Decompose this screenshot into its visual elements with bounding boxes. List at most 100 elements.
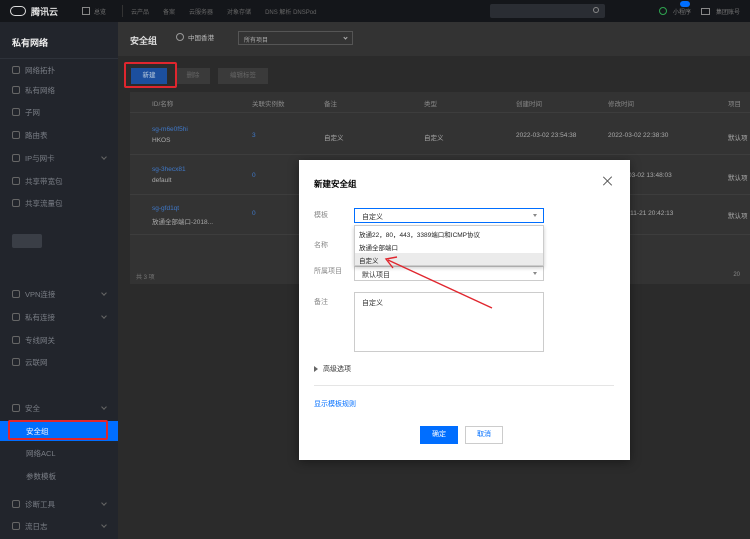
mini-program-link[interactable]: 小程序: [673, 7, 691, 16]
mini-program-icon: [658, 7, 667, 15]
project-filter-select[interactable]: 所有项目: [238, 31, 353, 45]
row-count[interactable]: 0: [252, 172, 256, 179]
sidebar-item-dc-gateway[interactable]: 专线网关: [0, 330, 118, 350]
row-count[interactable]: 3: [252, 132, 256, 139]
row-id-link[interactable]: sg-m6e0f5hi: [152, 126, 188, 133]
row-count[interactable]: 0: [252, 210, 256, 217]
vpc-icon: [12, 86, 20, 94]
name-label: 名称: [314, 242, 328, 249]
advanced-options-toggle[interactable]: 高级选项: [314, 364, 351, 374]
topology-icon: [12, 66, 20, 74]
new-button-highlight: [124, 62, 177, 88]
top-nav-dns[interactable]: DNS 解析 DNSPod: [265, 7, 316, 16]
sidebar-item-topology[interactable]: 网络拓扑: [0, 60, 118, 80]
row-modified: 2022-03-02 22:38:30: [608, 132, 669, 139]
top-right-tools: 小程序 集团账号: [651, 0, 740, 22]
sidebar-item-security[interactable]: 安全: [0, 398, 118, 418]
template-option-selected[interactable]: 自定义: [355, 253, 543, 265]
sidebar-item-label: 网络拓扑: [25, 65, 55, 75]
caret-right-icon: [314, 366, 318, 372]
sidebar-item-label: 安全: [25, 403, 40, 413]
sidebar-item-label: 流日志: [25, 521, 48, 531]
template-option[interactable]: 放通全部端口: [355, 240, 543, 252]
row-project: 默认项: [728, 135, 748, 142]
top-nav-cos[interactable]: 对象存储: [227, 7, 251, 16]
top-search-input[interactable]: [490, 4, 605, 18]
top-nav-products[interactable]: 云产品: [131, 7, 149, 16]
cancel-button[interactable]: 取消: [465, 426, 503, 444]
column-header: 修改时间: [608, 101, 634, 108]
home-icon: [82, 7, 90, 15]
confirm-button[interactable]: 确定: [420, 426, 458, 444]
edit-tags-button[interactable]: 编辑标签: [218, 68, 268, 84]
vpn-icon: [12, 290, 20, 298]
link-icon: [12, 313, 20, 321]
sidebar-item-ccn[interactable]: 云联网: [0, 352, 118, 372]
note-value: 自定义: [362, 300, 383, 307]
sidebar-item-ip-nic[interactable]: IP与网卡: [0, 148, 118, 168]
close-icon[interactable]: [603, 176, 613, 186]
sidebar-item-label: 私有连接: [25, 312, 55, 322]
note-textarea[interactable]: 自定义: [354, 292, 544, 352]
top-nav: 云产品 备案 云服务器 对象存储 DNS 解析 DNSPod: [131, 7, 330, 16]
row-project: 默认项: [728, 175, 748, 182]
sidebar-item-shared-bandwidth[interactable]: 共享带宽包: [0, 171, 118, 191]
region-selector[interactable]: 中国香港: [176, 32, 214, 42]
sidebar-item-param-template[interactable]: 参数模板: [0, 466, 118, 486]
sidebar-item-label: IP与网卡: [25, 153, 55, 163]
delete-button[interactable]: 删除: [176, 68, 210, 84]
row-name: default: [152, 177, 172, 184]
sidebar-item-subnet[interactable]: 子网: [0, 102, 118, 122]
cloud-icon: [10, 6, 26, 16]
message-icon[interactable]: [700, 7, 710, 15]
top-nav-cvm[interactable]: 云服务器: [189, 7, 213, 16]
sidebar-item-vpc[interactable]: 私有网络: [0, 80, 118, 100]
page-header: 安全组 中国香港 所有项目: [118, 22, 750, 56]
top-nav-beian[interactable]: 备案: [163, 7, 175, 16]
traffic-icon: [12, 199, 20, 207]
note-label: 备注: [314, 299, 328, 306]
brand-name: 腾讯云: [31, 6, 59, 17]
brand-logo[interactable]: 腾讯云: [10, 5, 82, 18]
project-select[interactable]: 默认项目: [354, 266, 544, 281]
project-value: 默认项目: [362, 272, 390, 279]
sidebar-placeholder: [12, 234, 42, 248]
sidebar-item-network-acl[interactable]: 网络ACL: [0, 443, 118, 463]
row-created: 2022-03-02 23:54:38: [516, 132, 577, 139]
sidebar-item-vpn[interactable]: VPN连接: [0, 284, 118, 304]
column-header: 备注: [324, 101, 337, 108]
sidebar-title: 私有网络: [12, 38, 49, 48]
sidebar-item-route-table[interactable]: 路由表: [0, 125, 118, 145]
show-template-rules-link[interactable]: 显示模板规则: [314, 399, 356, 409]
sidebar-item-label: 路由表: [25, 130, 48, 140]
sidebar-item-shared-traffic[interactable]: 共享流量包: [0, 193, 118, 213]
row-id-link[interactable]: sg-3hecx81: [152, 166, 186, 173]
chevron-down-icon: [533, 214, 537, 217]
column-header: 创建时间: [516, 101, 542, 108]
new-security-group-dialog: 新建安全组 模板 自定义 名称 所属项目 默认项目 放通22，80，443，33…: [299, 160, 630, 460]
template-select[interactable]: 自定义: [354, 208, 544, 223]
template-value: 自定义: [362, 214, 383, 221]
sidebar-item-flow-log[interactable]: 流日志: [0, 516, 118, 536]
user-account[interactable]: 集团账号: [716, 7, 740, 16]
notification-badge: [680, 1, 690, 7]
sidebar-item-label: 网络ACL: [26, 448, 56, 458]
chevron-down-icon: [101, 404, 107, 410]
template-option[interactable]: 放通22，80，443，3389端口和ICMP协议: [355, 227, 543, 239]
home-label: 总览: [94, 9, 107, 16]
column-header: 关联实例数: [252, 101, 285, 108]
sidebar-item-diagnostics[interactable]: 诊断工具: [0, 494, 118, 514]
page-size-select[interactable]: 20: [733, 272, 740, 278]
ccn-icon: [12, 358, 20, 366]
row-id-link[interactable]: sg-gfd1qt: [152, 205, 179, 212]
chevron-down-icon: [101, 154, 107, 160]
shield-icon: [12, 404, 20, 412]
row-name: 放通全部端口-2018...: [152, 219, 214, 226]
sidebar-item-private-link[interactable]: 私有连接: [0, 307, 118, 327]
sidebar-item-label: 子网: [25, 107, 40, 117]
row-name: HKOS: [152, 137, 171, 144]
template-label: 模板: [314, 212, 328, 219]
row-project: 默认项: [728, 213, 748, 220]
sidebar-item-label: 共享带宽包: [25, 176, 63, 186]
home-link[interactable]: 总览: [82, 7, 122, 16]
